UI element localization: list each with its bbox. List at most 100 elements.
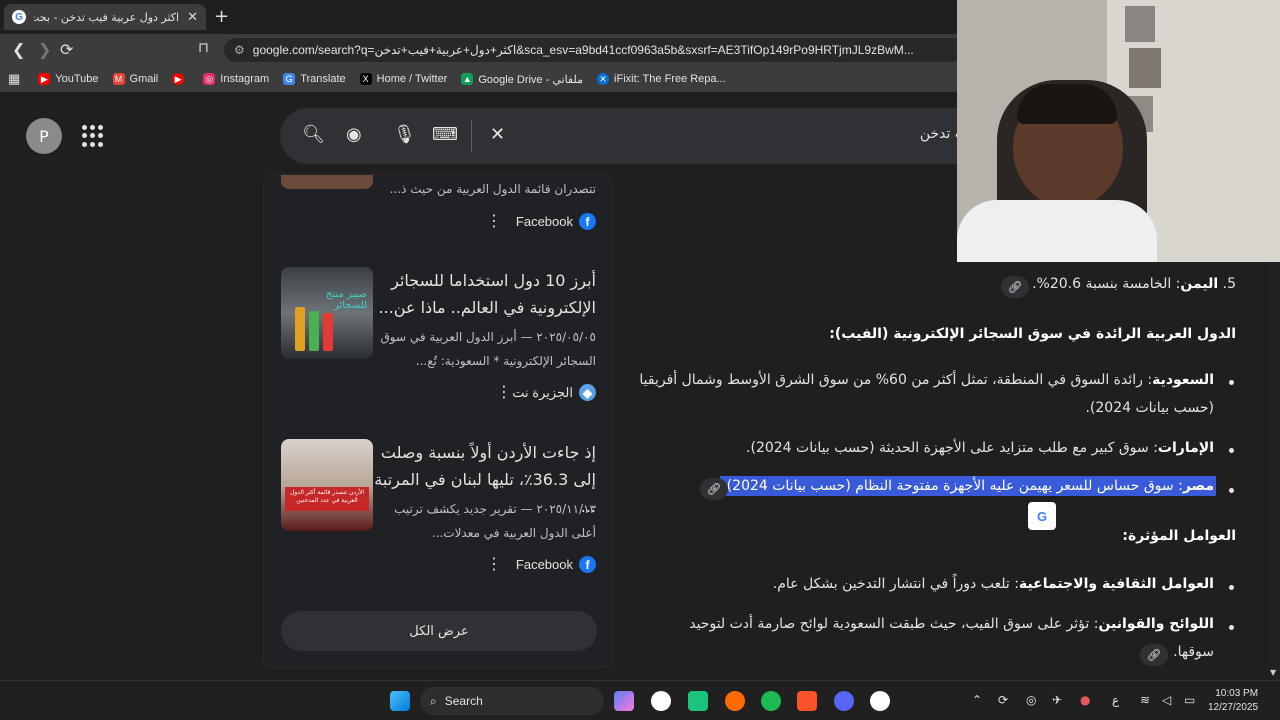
link-icon[interactable]: 🔗︎	[1001, 276, 1029, 298]
firefox-icon[interactable]	[725, 691, 745, 711]
forward-icon[interactable]: ❯	[38, 40, 51, 59]
tab-title: اكثر دول عربية فيب تدخن - بحث Google	[34, 10, 180, 24]
list-item-continued: سوقها.	[1173, 644, 1214, 660]
related-articles-card: تتصدران قائمة الدول العربية من حيث ذ... …	[263, 174, 613, 668]
discord-icon[interactable]	[834, 691, 854, 711]
article-title[interactable]: أبرز 10 دول استخداما للسجائر الإلكترونية…	[374, 267, 596, 321]
bullet	[1229, 488, 1234, 493]
youtube-icon: ▶	[38, 73, 51, 85]
scroll-down-icon[interactable]: ▼	[1270, 668, 1276, 677]
bookmark-youtube[interactable]: ▶ YouTube	[38, 73, 99, 85]
bookmark-google-drive[interactable]: ▲ Google Drive - ملفاتي	[461, 73, 583, 86]
address-bar[interactable]: ⚙ google.com/search?q=اكثر+دول+عربية+فيب…	[224, 38, 964, 62]
search-icon[interactable]: 🔍︎	[302, 124, 325, 145]
reload-icon[interactable]: ⟳	[60, 40, 73, 59]
back-icon[interactable]: ❮	[12, 40, 25, 59]
avatar[interactable]: P	[26, 118, 62, 154]
scrollbar[interactable]	[1268, 262, 1280, 680]
keyboard-icon[interactable]: ⌨	[432, 124, 458, 145]
article-thumbnail[interactable]: صيبز منتج للسجائر	[281, 267, 373, 359]
windows-start-icon[interactable]	[390, 691, 410, 711]
google-apps-icon[interactable]	[82, 125, 104, 147]
article-thumbnail[interactable]	[281, 175, 373, 189]
facebook-icon: f	[579, 556, 596, 573]
article-source[interactable]: f Facebook	[516, 213, 596, 230]
apps-grid-icon[interactable]: ▦	[8, 71, 20, 87]
bullet	[1229, 585, 1234, 590]
mic-icon[interactable]: ●	[1080, 693, 1090, 707]
aljazeera-icon: ◆	[579, 384, 596, 401]
clear-icon[interactable]: ✕	[490, 124, 505, 145]
lens-icon[interactable]: ◉	[346, 124, 362, 145]
mic-icon[interactable]: 🎙︎	[393, 124, 416, 145]
ai-overview: 5. اليمن: الخامسة بنسبة 20.6%. 🔗︎ الدول …	[639, 262, 1240, 680]
article-source[interactable]: ◆ الجزيرة نت	[512, 384, 596, 401]
list-item-continued: (حسب بيانات 2024).	[1085, 400, 1214, 416]
app-icon[interactable]	[688, 691, 708, 711]
obs-studio-icon[interactable]	[870, 691, 890, 711]
bookmark-youtube-music[interactable]: ▶	[172, 73, 189, 85]
bookmark-twitter[interactable]: X Home / Twitter	[359, 73, 447, 85]
list-item: الإمارات: سوق كبير مع طلب متزايد على الأ…	[746, 440, 1214, 456]
more-options-icon[interactable]: ⋮	[486, 211, 502, 230]
article-description: ٢٠٢٥/٠٥/٠٥ — أبرز الدول العربية في سوق ا…	[380, 330, 596, 368]
search-bar[interactable]: 🔍︎ ◉ 🎙︎ ⌨ ✕ ب تدخن	[280, 108, 980, 164]
obs-icon[interactable]	[651, 691, 671, 711]
close-tab-icon[interactable]: ✕	[187, 10, 198, 25]
youtube-music-icon: ▶	[172, 73, 185, 85]
tab-active[interactable]: G اكثر دول عربية فيب تدخن - بحث Google ✕	[4, 4, 206, 30]
bullet	[1229, 448, 1234, 453]
divider	[471, 120, 472, 152]
chevron-up-icon[interactable]: ⌃	[972, 693, 982, 707]
sync-icon[interactable]: ⟳	[998, 693, 1008, 707]
list-item: السعودية: رائدة السوق في المنطقة، تمثل أ…	[639, 372, 1214, 388]
bookmark-gmail[interactable]: M Gmail	[112, 73, 158, 85]
site-settings-icon[interactable]: ⚙	[234, 43, 245, 57]
webcam-overlay	[957, 0, 1280, 262]
volume-icon[interactable]: ◁	[1162, 693, 1171, 707]
translate-popup-icon[interactable]: G	[1028, 502, 1056, 530]
taskbar: ⌕ Search ⌃ ⟳ ◎ ✈ ● ع ≋ ◁ ▭ 10:03 PM 12/2…	[0, 680, 1280, 720]
article-source[interactable]: f Facebook	[516, 556, 596, 573]
bookmark-icon[interactable]: ⊓	[198, 40, 209, 56]
language-indicator[interactable]: ع	[1112, 693, 1119, 707]
article-description: تتصدران قائمة الدول العربية من حيث ذ...	[389, 182, 596, 196]
section-heading: الدول العربية الرائدة في سوق السجائر الإ…	[829, 326, 1236, 342]
show-all-button[interactable]: عرض الكل	[281, 611, 597, 651]
list-item-selected: مصر: سوق حساس للسعر يهيمن عليه الأجهزة م…	[720, 476, 1216, 496]
list-item: العوامل الثقافية والاجتماعية: تلعب دوراً…	[772, 576, 1214, 592]
battery-icon[interactable]: ▭	[1184, 693, 1195, 707]
article-thumbnail[interactable]: الأردن تتصدر قائمة أكثر الدول العربية في…	[281, 439, 373, 531]
instagram-icon: ◎	[203, 73, 216, 85]
new-tab-button[interactable]: +	[214, 6, 229, 27]
facebook-icon: f	[579, 213, 596, 230]
bullet	[1229, 380, 1234, 385]
bluetooth-icon[interactable]: ✈	[1052, 693, 1062, 707]
address-text: google.com/search?q=اكثر+دول+عربية+فيب+ت…	[252, 43, 914, 57]
ifixit-icon: ✕	[597, 73, 610, 85]
list-item: 5. اليمن: الخامسة بنسبة 20.6%.	[1032, 276, 1236, 292]
more-options-icon[interactable]: ⋮	[496, 382, 512, 401]
bookmark-ifixit[interactable]: ✕ iFixit: The Free Repa...	[597, 73, 726, 85]
translate-icon: G	[283, 73, 296, 85]
google-icon: G	[12, 10, 26, 24]
link-icon[interactable]: 🔗︎	[1140, 644, 1168, 666]
bookmark-instagram[interactable]: ◎ Instagram	[203, 73, 269, 85]
link-icon[interactable]: 🔗︎	[700, 478, 728, 500]
tray-app-icon[interactable]: ◎	[1026, 693, 1036, 707]
wifi-icon[interactable]: ≋	[1140, 693, 1150, 707]
article-description: ٢٠٢٥/١١/١٣ — تقرير جديد يكشف ترتيب أعلى …	[394, 502, 596, 540]
more-options-icon[interactable]: ⋮	[486, 554, 502, 573]
clock[interactable]: 10:03 PM 12/27/2025	[1208, 687, 1258, 715]
spotify-icon[interactable]	[761, 691, 781, 711]
section-heading: العوامل المؤثرة:	[1122, 528, 1236, 544]
taskbar-search[interactable]: ⌕ Search	[420, 687, 604, 715]
gmail-icon: M	[112, 73, 125, 85]
list-item: اللوائح والقوانين: تؤثر على سوق الفيب، ح…	[689, 616, 1214, 632]
x-icon: X	[359, 73, 372, 85]
brave-icon[interactable]	[797, 691, 817, 711]
bookmark-translate[interactable]: G Translate	[283, 73, 346, 85]
copilot-icon[interactable]	[614, 691, 634, 711]
search-icon: ⌕	[430, 693, 437, 708]
bullet	[1229, 625, 1234, 630]
